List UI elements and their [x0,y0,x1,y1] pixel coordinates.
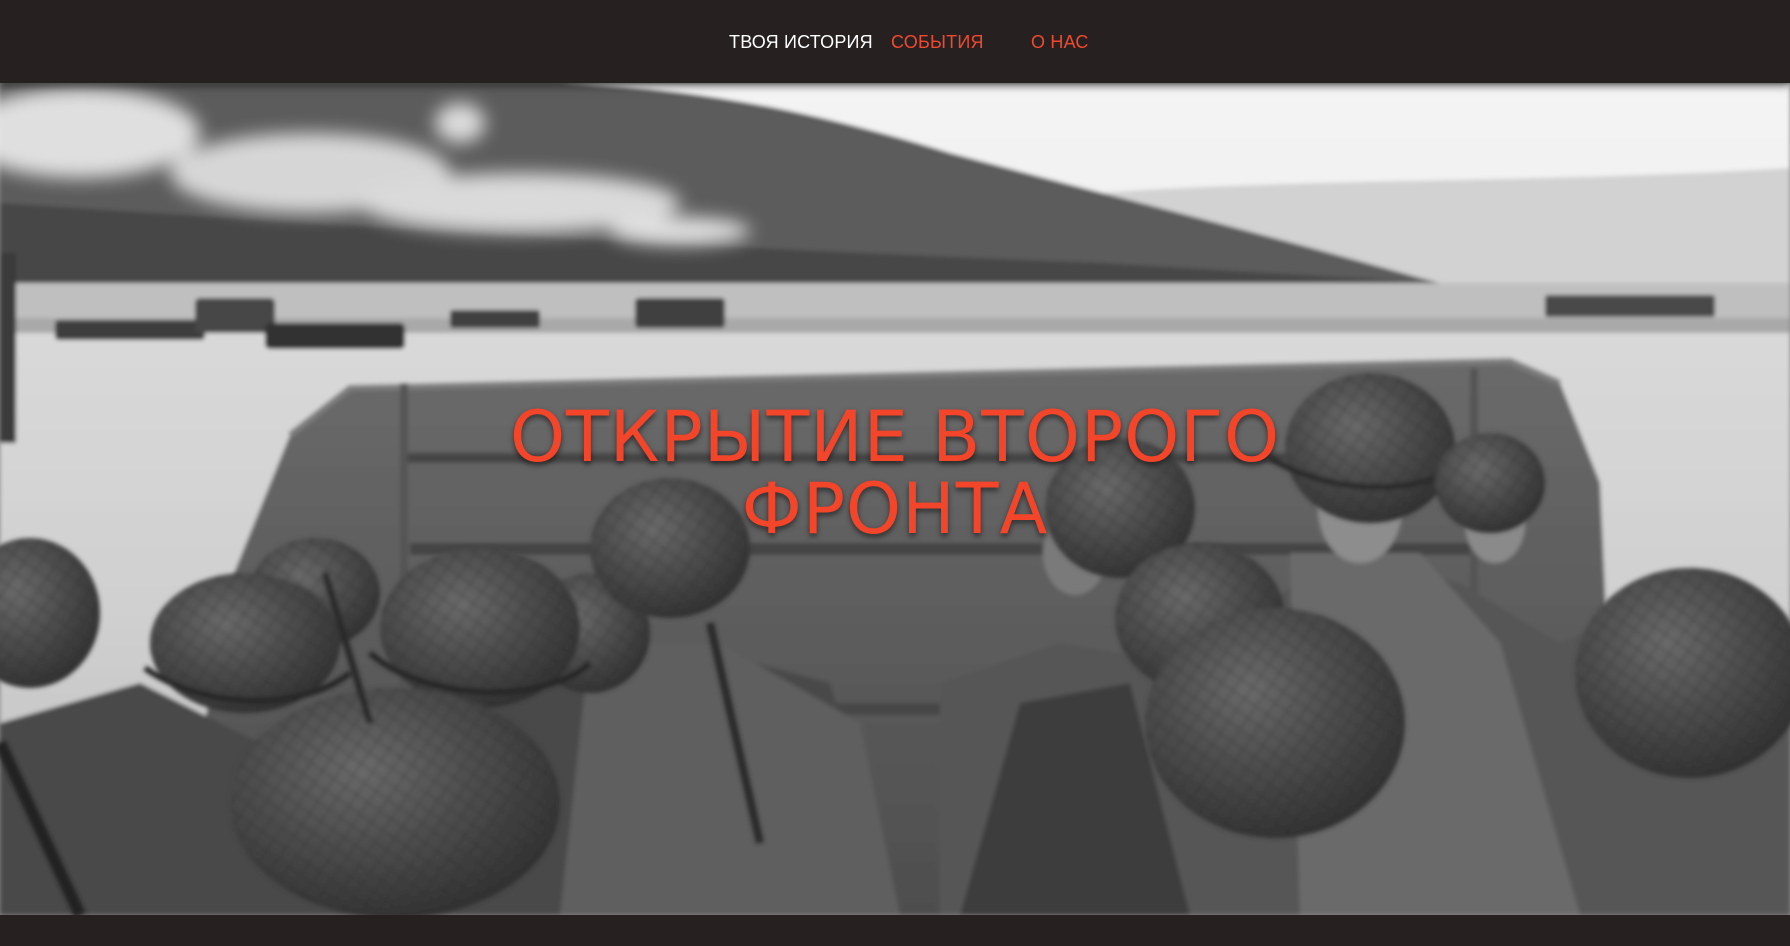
hero-section: ОТКРЫТИЕ ВТОРОГО ФРОНТА [0,83,1790,915]
top-navigation: ТВОЯ ИСТОРИЯ СОБЫТИЯ О НАС [0,0,1790,83]
nav-link-events[interactable]: СОБЫТИЯ [891,31,984,53]
page: ТВОЯ ИСТОРИЯ СОБЫТИЯ О НАС ОТКРЫТИЕ ВТОР… [0,0,1790,946]
bottom-strip [0,915,1790,946]
hero-title: ОТКРЫТИЕ ВТОРОГО ФРОНТА [0,401,1790,545]
nav-link-your-history[interactable]: ТВОЯ ИСТОРИЯ [729,31,873,53]
hero-title-line-1: ОТКРЫТИЕ ВТОРОГО [509,396,1281,478]
hero-title-line-2: ФРОНТА [741,468,1049,550]
nav-link-about-us[interactable]: О НАС [1031,31,1089,53]
